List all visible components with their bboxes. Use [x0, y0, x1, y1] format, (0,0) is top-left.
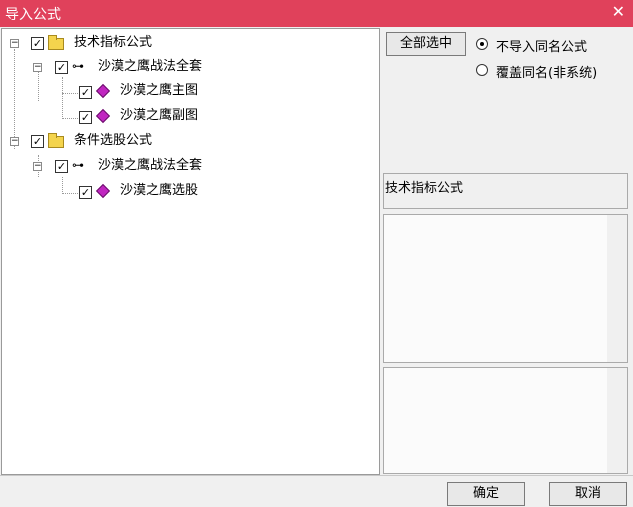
formula-icon — [95, 183, 111, 199]
tree-connector — [38, 71, 39, 101]
description-area — [384, 215, 607, 362]
tree-node-label: 技术指标公式 — [74, 35, 153, 50]
tree-connector — [62, 193, 78, 194]
radio-button[interactable] — [476, 64, 488, 76]
formula-preview-panel[interactable] — [383, 367, 628, 474]
tree-connector — [62, 93, 78, 94]
tree-connector — [14, 49, 15, 149]
cancel-button[interactable]: 取消 — [549, 482, 627, 506]
category-label: 技术指标公式 — [385, 181, 464, 196]
close-icon[interactable]: ✕ — [612, 2, 625, 21]
checkbox[interactable]: ✓ — [31, 37, 44, 50]
formula-icon — [95, 108, 111, 124]
collapse-icon[interactable]: − — [33, 63, 42, 72]
radio-label: 覆盖同名(非系统) — [496, 66, 598, 81]
key-icon: ⊶ — [72, 158, 84, 172]
tree-node-label: 沙漠之鹰战法全套 — [98, 59, 203, 74]
folder-icon — [48, 133, 64, 148]
preview-area — [384, 368, 607, 473]
tree-connector — [62, 118, 78, 119]
formula-tree[interactable]: − ✓ 技术指标公式 − ✓ ⊶ 沙漠之鹰战法全套 ✓ 沙漠之鹰主图 ✓ 沙漠之… — [1, 28, 380, 475]
tree-node-label: 沙漠之鹰主图 — [120, 83, 199, 98]
checkbox[interactable]: ✓ — [79, 86, 92, 99]
tree-node-label: 沙漠之鹰战法全套 — [98, 158, 203, 173]
footer-bar: 确定 取消 — [0, 475, 633, 507]
tree-connector — [62, 77, 63, 119]
checkbox[interactable]: ✓ — [79, 186, 92, 199]
title-bar: 导入公式 ✕ — [0, 0, 633, 27]
select-all-button[interactable]: 全部选中 — [386, 32, 466, 56]
tree-node-label: 沙漠之鹰选股 — [120, 183, 199, 198]
radio-label: 不导入同名公式 — [496, 40, 588, 55]
window-title: 导入公式 — [5, 7, 61, 23]
collapse-icon[interactable]: − — [10, 39, 19, 48]
formula-description-panel[interactable] — [383, 214, 628, 363]
tree-connector — [62, 177, 63, 194]
collapse-icon[interactable]: − — [33, 162, 42, 171]
collapse-icon[interactable]: − — [10, 137, 19, 146]
key-icon: ⊶ — [72, 59, 84, 73]
radio-dot — [480, 42, 484, 46]
tree-node-label: 沙漠之鹰副图 — [120, 108, 199, 123]
radio-button[interactable] — [476, 38, 488, 50]
ok-button[interactable]: 确定 — [447, 482, 525, 506]
folder-icon — [48, 35, 64, 50]
checkbox[interactable]: ✓ — [55, 61, 68, 74]
checkbox[interactable]: ✓ — [55, 160, 68, 173]
formula-icon — [95, 83, 111, 99]
tree-node-label: 条件选股公式 — [74, 133, 153, 148]
checkbox[interactable]: ✓ — [31, 135, 44, 148]
category-display: 技术指标公式 — [383, 173, 628, 209]
checkbox[interactable]: ✓ — [79, 111, 92, 124]
